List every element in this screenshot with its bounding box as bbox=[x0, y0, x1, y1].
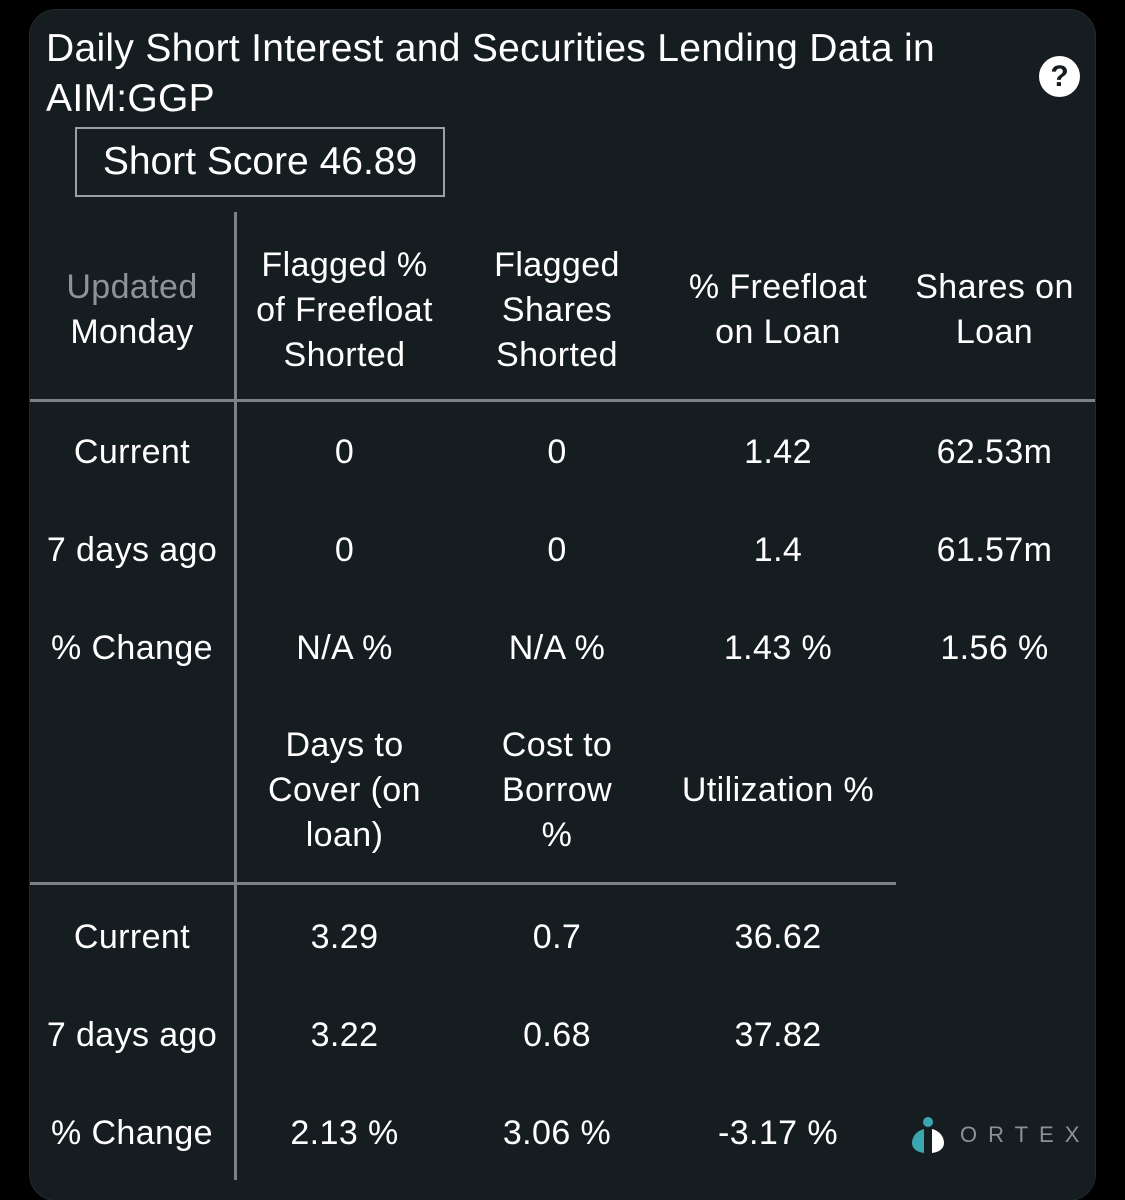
ortex-logo-icon bbox=[912, 1117, 944, 1153]
table-cell: 0 bbox=[547, 432, 567, 471]
table-cell: 0 bbox=[334, 530, 355, 569]
table-cell: 1.4 bbox=[753, 530, 803, 569]
table-cell: 36.62 bbox=[734, 917, 822, 956]
short-score-badge: Short Score 46.89 bbox=[75, 127, 445, 197]
col-header-utilization: Utilization % bbox=[681, 770, 875, 809]
row-label-7-days-ago: 7 days ago bbox=[46, 1015, 218, 1054]
table-cell: N/A % bbox=[508, 628, 606, 667]
col-header-flagged-pct-freefloat: Flagged % of Freefloat Shorted bbox=[256, 245, 433, 374]
col-header-flagged-shares: Flagged Shares Shorted bbox=[494, 245, 620, 374]
table2-divider-vertical bbox=[234, 600, 237, 1180]
col-header-shares-on-loan: Shares on Loan bbox=[915, 268, 1074, 351]
help-icon[interactable]: ? bbox=[1039, 56, 1080, 97]
updated-caption: Updated bbox=[66, 268, 198, 306]
updated-label: Updated Monday bbox=[30, 220, 234, 400]
table-cell: -3.17 % bbox=[718, 1113, 838, 1152]
table-cell: 3.06 % bbox=[502, 1113, 612, 1152]
table-cell: 0.7 bbox=[532, 917, 582, 956]
table-cell: 0.68 bbox=[523, 1015, 591, 1054]
table-cell: 2.13 % bbox=[290, 1113, 399, 1152]
ortex-logo-text: ORTEX bbox=[960, 1122, 1091, 1147]
table-cell: 0 bbox=[547, 530, 567, 569]
table-cell: 0 bbox=[334, 432, 355, 471]
table-cell: 61.57m bbox=[936, 530, 1053, 569]
row-label-7-days-ago: 7 days ago bbox=[46, 530, 218, 569]
row-label-pct-change: % Change bbox=[51, 1113, 213, 1152]
table-cell: 62.53m bbox=[936, 432, 1053, 471]
card-title: Daily Short Interest and Securities Lend… bbox=[46, 27, 935, 120]
table-cell: 37.82 bbox=[734, 1015, 822, 1054]
table-cell: 3.29 bbox=[310, 917, 379, 956]
row-label-current: Current bbox=[73, 432, 191, 471]
table-cell: 1.56 % bbox=[940, 628, 1049, 667]
updated-day: Monday bbox=[70, 313, 194, 351]
table-cell: 3.22 bbox=[310, 1015, 379, 1054]
ortex-logo: ORTEX bbox=[910, 1110, 1090, 1160]
table2-divider-horizontal bbox=[30, 882, 896, 885]
table-cell: 1.43 % bbox=[723, 628, 833, 667]
col-header-freefloat-on-loan: % Freefloat on Loan bbox=[688, 268, 868, 351]
col-header-cost-to-borrow: Cost to Borrow % bbox=[501, 725, 613, 854]
table-cell: N/A % bbox=[296, 628, 393, 667]
col-header-days-to-cover: Days to Cover (on loan) bbox=[268, 725, 421, 854]
table-cell: 1.42 bbox=[744, 432, 812, 471]
row-label-pct-change: % Change bbox=[51, 628, 213, 667]
row-label-current: Current bbox=[73, 917, 191, 956]
short-interest-card: Daily Short Interest and Securities Lend… bbox=[30, 10, 1095, 1200]
